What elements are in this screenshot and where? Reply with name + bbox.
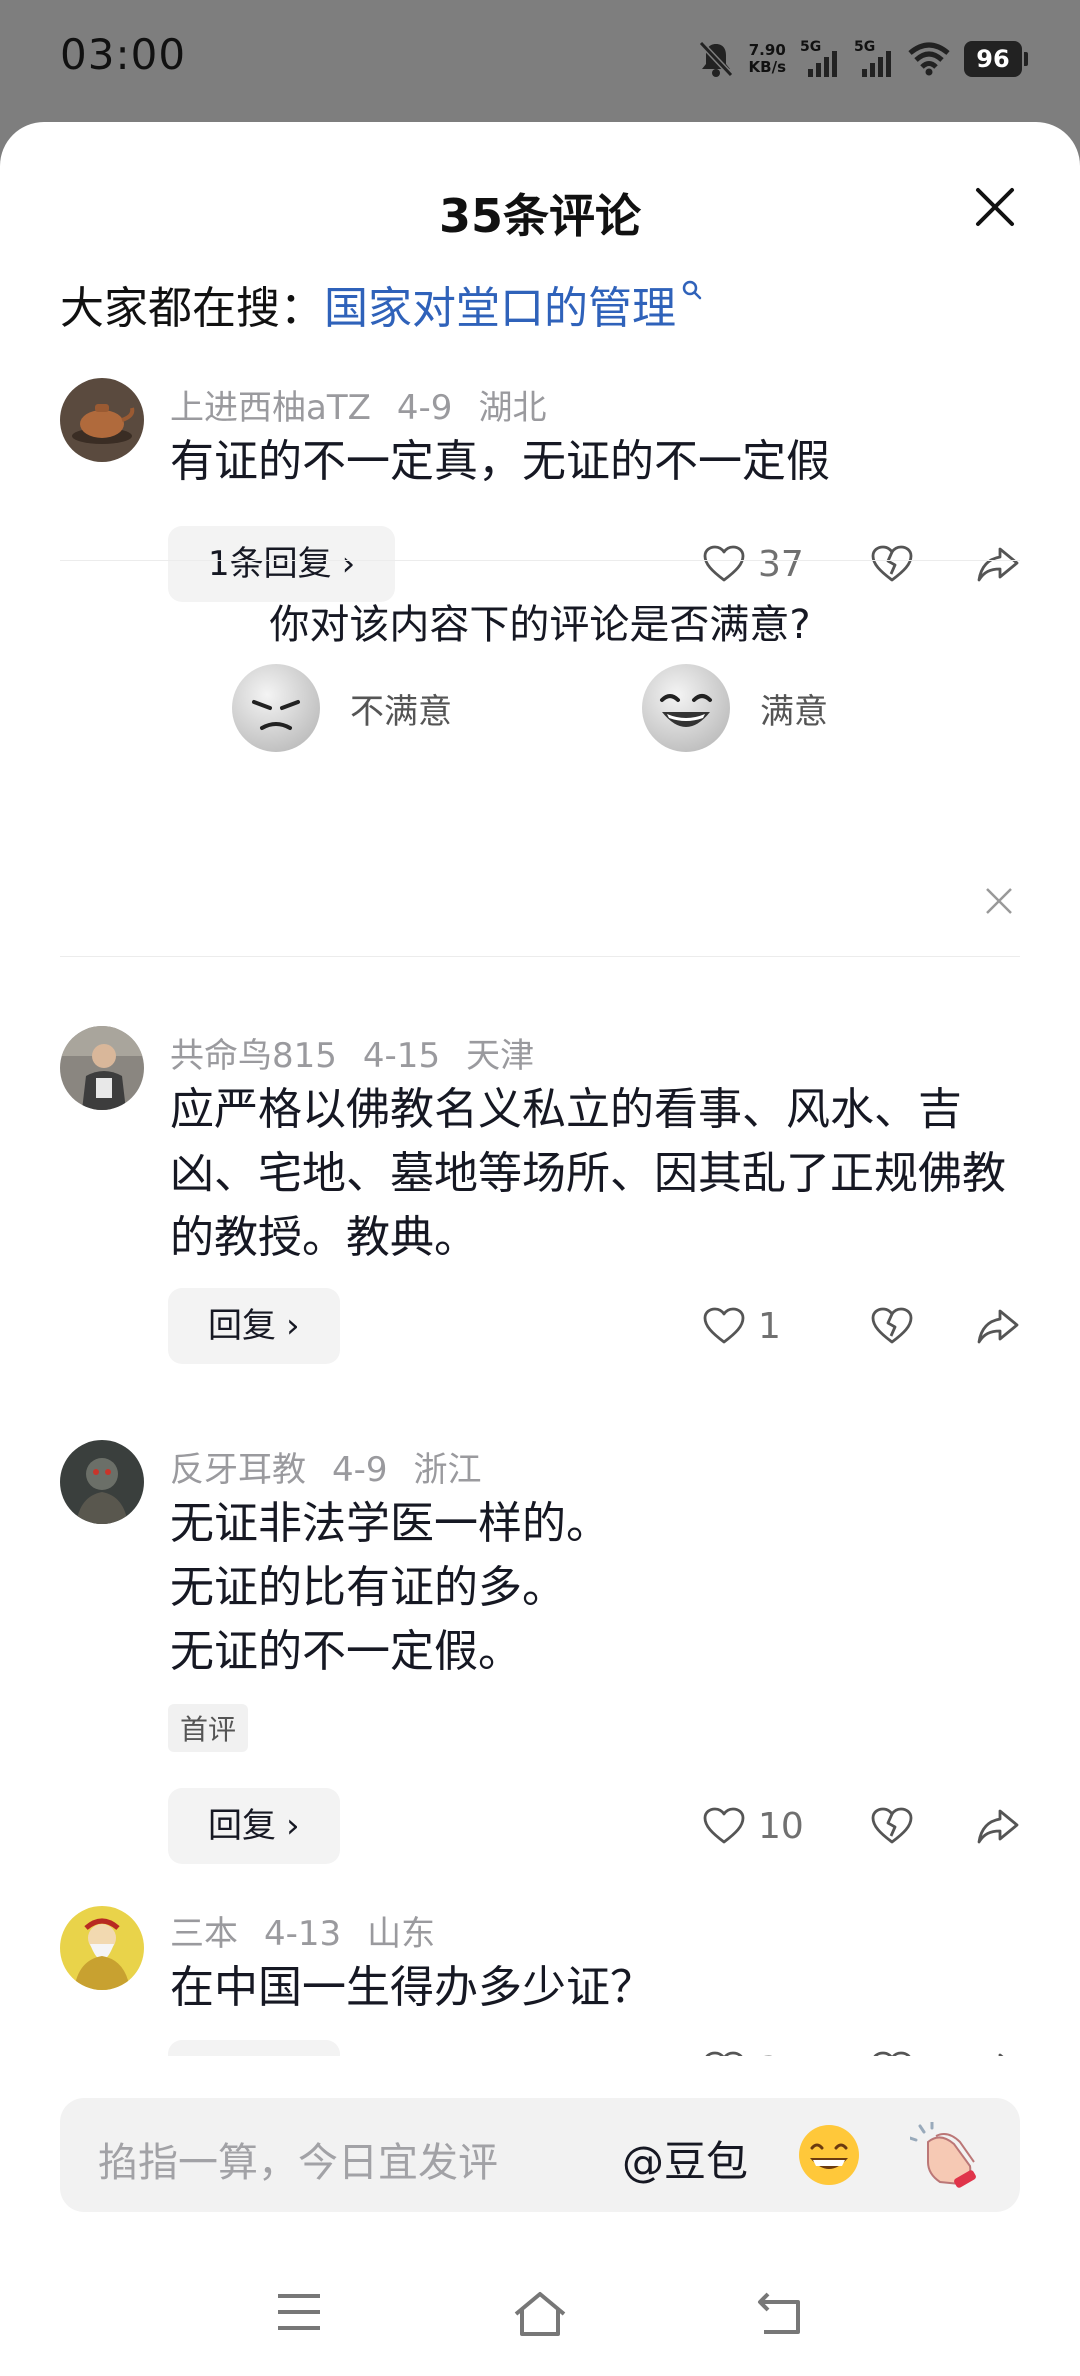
comment-meta: 三本 4-13 山东 xyxy=(170,1906,435,1955)
chevron-right-icon: › xyxy=(286,1306,300,1346)
comment-meta: 共命鸟815 4-15 天津 xyxy=(170,1028,534,1077)
signal-icon: 5G xyxy=(800,39,840,79)
wifi-icon xyxy=(908,42,950,76)
menu-icon[interactable] xyxy=(274,2290,324,2334)
share-icon[interactable] xyxy=(976,544,1020,584)
grin-emoji-icon[interactable] xyxy=(796,2122,862,2188)
comment-meta: 上进西柚aTZ 4-9 湖北 xyxy=(170,380,546,429)
share-icon[interactable] xyxy=(976,1306,1020,1346)
survey-option-unsatisfied[interactable]: 不满意 xyxy=(230,662,452,754)
comment-date: 4-13 xyxy=(264,1914,342,1954)
unhappy-face-icon xyxy=(232,664,320,752)
comments-title: 35条评论 xyxy=(438,189,641,243)
comment-meta: 反牙耳教 4-9 浙江 xyxy=(170,1442,482,1491)
divider xyxy=(60,560,1020,561)
comment-text: 无证非法学医一样的。 无证的比有证的多。 无证的不一定假。 xyxy=(170,1498,610,1677)
close-icon[interactable] xyxy=(970,182,1020,232)
comment-text: 应严格以佛教名义私立的看事、风水、吉凶、宅地、墓地等场所、因其乱了正规佛教的教授… xyxy=(170,1084,1006,1263)
replies-button[interactable]: 1条回复 › xyxy=(168,526,396,602)
like-button[interactable]: 3 xyxy=(702,2050,808,2057)
comment-user[interactable]: 反牙耳教 xyxy=(170,1450,306,1490)
comment-item: 三本 4-13 山东 在中国一生得办多少证？ 回复› 3 xyxy=(0,1904,1080,2056)
comment-actions: 10 xyxy=(702,1796,1020,1856)
heart-icon xyxy=(703,1807,745,1844)
search-prefix: 大家都在搜： xyxy=(60,283,324,334)
comment-text: 有证的不一定真，无证的不一定假 xyxy=(170,436,830,487)
close-icon[interactable] xyxy=(984,886,1014,916)
comment-text: 在中国一生得办多少证？ xyxy=(170,1962,654,2013)
trending-search: 大家都在搜：国家对堂口的管理 xyxy=(60,272,704,336)
like-count: 3 xyxy=(758,2050,808,2057)
back-icon[interactable] xyxy=(754,2290,806,2336)
broken-heart-icon[interactable] xyxy=(870,544,914,584)
system-nav-bar xyxy=(0,2270,1080,2360)
avatar[interactable] xyxy=(60,1906,144,1990)
broken-heart-icon[interactable] xyxy=(870,1806,914,1846)
broken-heart-icon[interactable] xyxy=(870,1306,914,1346)
home-icon[interactable] xyxy=(510,2290,570,2338)
heart-icon xyxy=(703,545,745,582)
satisfied-label: 满意 xyxy=(760,691,828,732)
network-speed: 7.90 KB/s xyxy=(748,41,786,76)
comment-actions: 1 xyxy=(702,1296,1020,1356)
chevron-right-icon: › xyxy=(286,1806,300,1846)
clap-emoji-icon[interactable] xyxy=(910,2122,980,2188)
like-count: 1 xyxy=(758,1305,781,1347)
chevron-right-icon: › xyxy=(341,544,356,584)
avatar[interactable] xyxy=(60,378,144,462)
survey-option-satisfied[interactable]: 满意 xyxy=(640,662,828,754)
comment-actions: 37 xyxy=(702,534,1020,594)
battery-indicator: 96 xyxy=(964,41,1028,77)
input-placeholder: 掐指一算，今日宜发评 xyxy=(98,2140,498,2186)
search-icon xyxy=(682,280,702,300)
share-icon[interactable] xyxy=(976,2050,1020,2056)
status-time: 03:00 xyxy=(60,30,187,79)
comment-user[interactable]: 上进西柚aTZ xyxy=(170,388,371,428)
heart-icon xyxy=(703,1307,745,1344)
mention-doubao-button[interactable]: @豆包 xyxy=(622,2128,748,2189)
survey-question: 你对该内容下的评论是否满意? xyxy=(269,602,811,648)
broken-heart-icon[interactable] xyxy=(870,2050,914,2056)
like-count: 37 xyxy=(758,543,804,585)
like-button[interactable]: 1 xyxy=(702,1306,808,1347)
comment-input[interactable]: 掐指一算，今日宜发评 @豆包 xyxy=(60,2098,1020,2212)
comments-sheet: 35条评论 大家都在搜：国家对堂口的管理 上进西柚aTZ 4-9 湖北 有证的不一定… xyxy=(0,122,1080,2376)
heart-icon xyxy=(705,2051,743,2056)
like-button[interactable]: 37 xyxy=(702,544,808,585)
like-button[interactable]: 10 xyxy=(702,1806,808,1847)
mute-icon xyxy=(698,40,733,78)
comment-user[interactable]: 三本 xyxy=(170,1914,238,1954)
laughing-face-icon xyxy=(642,664,730,752)
comment-location: 天津 xyxy=(466,1036,535,1076)
signal-icon: 5G xyxy=(854,39,894,79)
comment-location: 湖北 xyxy=(478,388,547,428)
comment-location: 浙江 xyxy=(413,1450,482,1490)
unsatisfied-label: 不满意 xyxy=(350,691,452,732)
comment-date: 4-15 xyxy=(362,1036,441,1076)
comment-date: 4-9 xyxy=(396,388,453,428)
status-icons: 7.90 KB/s 5G 5G 96 xyxy=(697,34,1028,84)
comment-date: 4-9 xyxy=(332,1450,388,1490)
search-link[interactable]: 国家对堂口的管理 xyxy=(324,280,704,334)
reply-button[interactable]: 回复› xyxy=(168,1788,340,1864)
comment-user[interactable]: 共命鸟815 xyxy=(170,1036,337,1076)
first-comment-tag: 首评 xyxy=(168,1704,249,1752)
status-bar: 03:00 7.90 KB/s 5G 5G 96 xyxy=(0,0,1080,120)
avatar[interactable] xyxy=(60,1026,144,1110)
comment-location: 山东 xyxy=(367,1914,436,1954)
reply-button[interactable]: 回复› xyxy=(168,2040,340,2056)
reply-button[interactable]: 回复› xyxy=(168,1288,340,1364)
divider xyxy=(60,956,1020,957)
share-icon[interactable] xyxy=(976,1806,1020,1846)
avatar[interactable] xyxy=(60,1440,144,1524)
comment-actions: 3 xyxy=(702,2040,1020,2056)
like-count: 10 xyxy=(758,1805,804,1847)
